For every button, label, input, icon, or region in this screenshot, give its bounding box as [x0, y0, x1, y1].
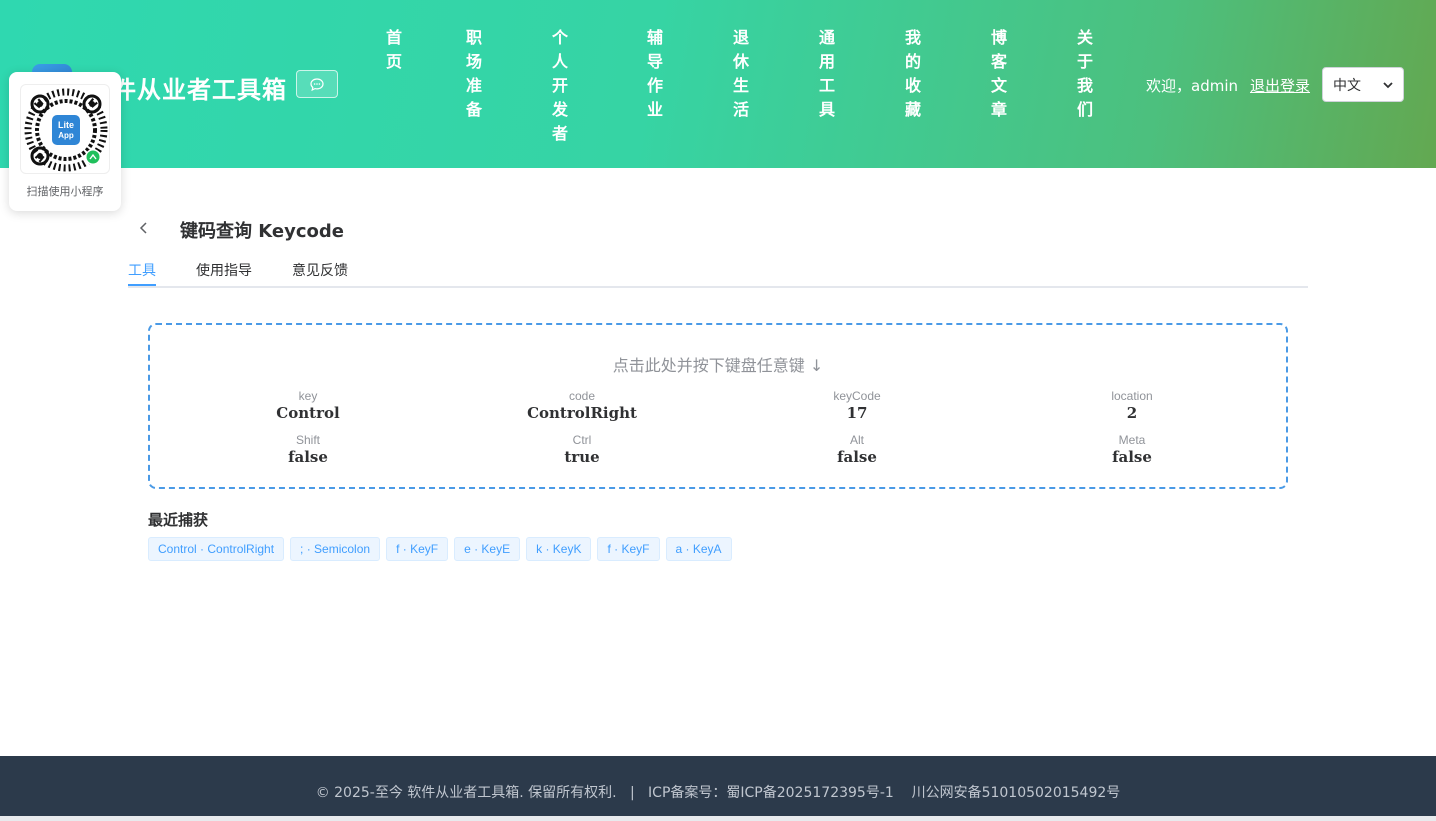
recent-capture-chip[interactable]: k · KeyK [526, 537, 592, 561]
qr-logo-text-app: App [58, 131, 74, 140]
field-shift: Shift false [170, 432, 446, 466]
field-keycode-value: 17 [846, 404, 868, 422]
page-title: 键码查询 Keycode [180, 221, 344, 242]
field-location: location 2 [994, 388, 1270, 422]
footer-copyright: © 2025-至今 软件从业者工具箱. 保留所有权利. | ICP备案号：蜀IC… [315, 785, 1121, 801]
logout-link[interactable]: 退出登录 [1250, 75, 1310, 96]
chevron-down-icon [1383, 81, 1393, 88]
field-location-label: location [1111, 389, 1153, 403]
nav-dev[interactable]: 个人开发者 [549, 26, 571, 146]
site-footer: © 2025-至今 软件从业者工具箱. 保留所有权利. | ICP备案号：蜀IC… [0, 756, 1436, 816]
field-keycode-label: keyCode [833, 389, 881, 403]
field-key-label: key [298, 389, 318, 403]
nav-about[interactable]: 关于我们 [1074, 26, 1096, 122]
field-ctrl-value: true [564, 448, 600, 466]
tab-active-indicator [128, 284, 156, 286]
recent-capture-chip[interactable]: Control · ControlRight [148, 537, 285, 561]
site-header: 件从业者工具箱 首页 职场准备 个人开发者 辅导作业 退休生活 通用工具 我的收… [0, 0, 1436, 168]
language-select[interactable]: 中文 [1322, 67, 1404, 102]
field-ctrl-label: Ctrl [572, 433, 592, 447]
chat-bubble-icon [310, 78, 324, 91]
nav-home[interactable]: 首页 [383, 26, 405, 74]
field-shift-label: Shift [295, 433, 320, 447]
chat-button[interactable] [296, 70, 338, 98]
recent-capture-chip[interactable]: a · KeyA [665, 537, 732, 561]
field-meta-label: Meta [1118, 433, 1146, 447]
nav-tools[interactable]: 通用工具 [816, 26, 838, 122]
recent-capture-chip[interactable]: f · KeyF [597, 537, 660, 561]
site-title[interactable]: 件从业者工具箱 [112, 70, 287, 105]
recent-captures-title: 最近捕获 [148, 511, 209, 529]
nav-blog[interactable]: 博客文章 [988, 26, 1010, 122]
tab-guide[interactable]: 使用指导 [196, 260, 252, 280]
qr-logo-text-lite: Lite [58, 120, 74, 130]
field-location-value: 2 [1126, 404, 1138, 422]
field-alt-label: Alt [849, 433, 864, 447]
nav-favorites[interactable]: 我的收藏 [902, 26, 924, 122]
field-key-value: Control [276, 404, 340, 422]
field-meta: Meta false [994, 432, 1270, 466]
field-code: code ControlRight [444, 388, 720, 422]
field-keycode: keyCode 17 [719, 388, 995, 422]
qr-caption: 扫描使用小程序 [26, 185, 104, 198]
recent-capture-chip[interactable]: f · KeyF [386, 537, 449, 561]
field-meta-value: false [1112, 448, 1152, 466]
field-alt-value: false [837, 448, 877, 466]
tab-feedback[interactable]: 意见反馈 [292, 260, 348, 280]
field-ctrl: Ctrl true [444, 432, 720, 466]
field-code-label: code [568, 389, 596, 403]
tab-tool[interactable]: 工具 [128, 260, 156, 280]
qr-code-graphic: Lite App [24, 88, 108, 172]
field-key: key Control [170, 388, 446, 422]
recent-captures-list: Control · ControlRight ; · Semicolon f ·… [148, 537, 732, 561]
language-select-value: 中文 [1333, 77, 1361, 94]
key-capture-area[interactable]: 点击此处并按下键盘任意键 ↓ key Control code ControlR… [148, 323, 1288, 489]
recent-capture-chip[interactable]: ; · Semicolon [290, 537, 381, 561]
field-alt: Alt false [719, 432, 995, 466]
nav-homework[interactable]: 辅导作业 [644, 26, 666, 122]
qr-code[interactable]: Lite App [20, 84, 110, 174]
recent-capture-chip[interactable]: e · KeyE [454, 537, 521, 561]
tab-bar: 工具 使用指导 意见反馈 [128, 256, 1308, 288]
field-shift-value: false [288, 448, 328, 466]
page-bottom-strip [0, 816, 1436, 821]
capture-hint: 点击此处并按下键盘任意键 ↓ [612, 356, 824, 375]
welcome-text: 欢迎，admin [1146, 77, 1238, 95]
chevron-left-icon[interactable] [136, 219, 152, 237]
field-code-value: ControlRight [527, 404, 637, 422]
miniprogram-qr-card: Lite App 扫描使用小程序 [9, 72, 121, 211]
nav-career[interactable]: 职场准备 [463, 26, 485, 122]
nav-retire[interactable]: 退休生活 [730, 26, 752, 122]
